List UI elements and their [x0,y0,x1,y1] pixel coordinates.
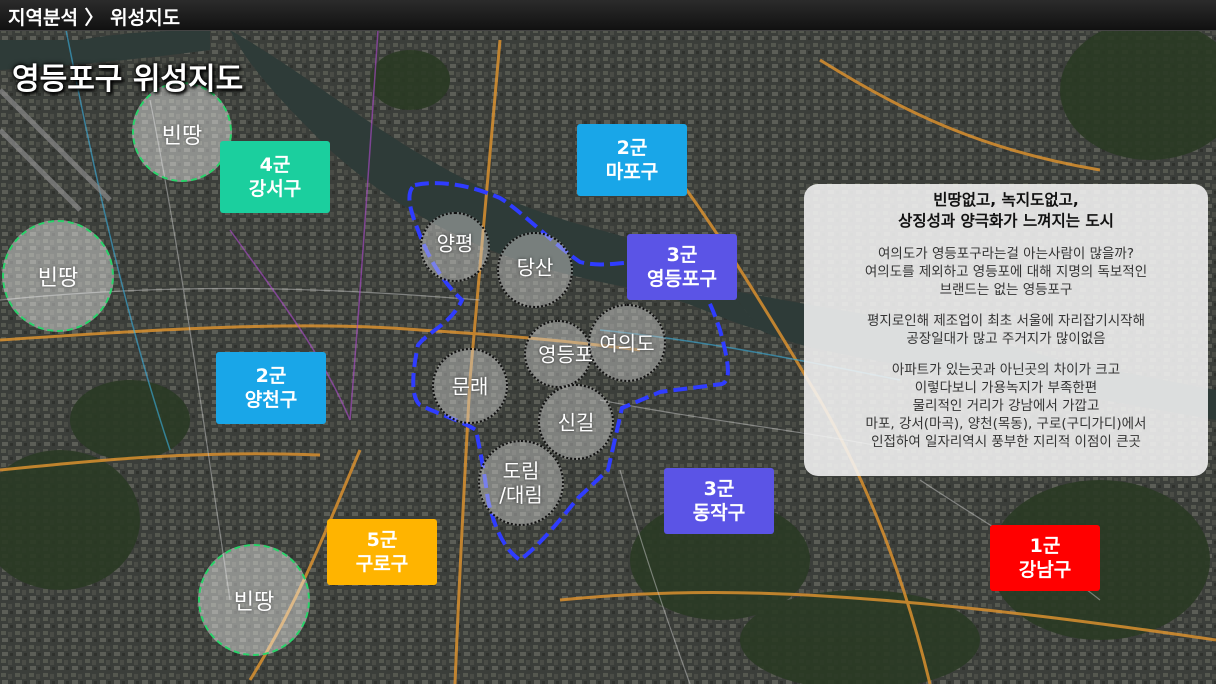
district-tier: 4군 [259,154,291,176]
district-name: 양천구 [244,389,298,411]
info-paragraph: 아파트가 있는곳과 아닌곳의 차이가 크고 이렇다보니 가용녹지가 부족한편 물… [804,361,1208,451]
neighborhood-label: 여의도 [599,331,655,356]
neighborhood-circle-dorim-daerim: 도림 /대림 [478,440,564,526]
blank-area: 빈땅 [2,220,114,332]
neighborhood-label: 도림 /대림 [499,459,543,507]
breadcrumb: 지역분석 〉 위성지도 [8,7,181,29]
neighborhood-circle-dangsan: 당산 [497,232,573,308]
header-bar: 지역분석 〉 위성지도 [0,0,1216,31]
district-tier: 5군 [366,529,398,551]
info-paragraph: 평지로인해 제조업이 최초 서울에 자리잡기시작해 공장일대가 많고 주거지가 … [804,312,1208,348]
info-heading-line: 빈땅없고, 녹지도없고, [933,191,1079,209]
info-box: 빈땅없고, 녹지도없고, 상징성과 양극화가 느껴지는 도시 여의도가 영등포구… [804,184,1208,476]
neighborhood-label: 당산 [516,255,554,280]
info-line: 평지로인해 제조업이 최초 서울에 자리잡기시작해 [867,313,1145,329]
blank-area-label: 빈땅 [161,123,203,149]
info-line: 공장일대가 많고 주거지가 많이없음 [906,331,1106,347]
info-line: 물리적인 거리가 강남에서 가깝고 [912,398,1100,414]
neighborhood-circle-yangpyeong: 양평 [420,212,490,282]
district-tier: 2군 [616,137,648,159]
neighborhood-label: 영등포 [538,342,594,367]
neighborhood-label-line: /대림 [499,483,543,507]
info-line: 이렇다보니 가용녹지가 부족한편 [914,380,1098,396]
info-line: 여의도가 영등포구라는걸 아는사람이 많을까? [877,246,1135,262]
info-line: 인접하여 일자리역시 풍부한 지리적 이점이 큰곳 [871,434,1141,450]
neighborhood-circle-yeouido: 여의도 [588,304,666,382]
district-badge-yeongdeungpo: 3군 영등포구 [627,234,737,300]
neighborhood-label-line: 도림 [502,459,540,483]
info-line: 여의도를 제외하고 영등포에 대해 지명의 독보적인 [864,264,1148,280]
district-name: 마포구 [605,161,659,183]
neighborhood-label: 신길 [557,410,595,435]
district-badge-dongjak: 3군 동작구 [664,468,774,534]
district-tier: 1군 [1029,535,1061,557]
district-badge-guro: 5군 구로구 [327,519,437,585]
neighborhood-label: 양평 [436,231,474,256]
blank-area-label: 빈땅 [233,590,275,615]
info-paragraph: 여의도가 영등포구라는걸 아는사람이 많을까? 여의도를 제외하고 영등포에 대… [804,245,1208,299]
district-badge-gangnam: 1군 강남구 [990,525,1100,591]
info-line: 마포, 강서(마곡), 양천(목동), 구로(구디가디)에서 [865,416,1147,432]
district-tier: 3군 [666,244,698,266]
info-line: 브랜드는 없는 영등포구 [939,282,1073,298]
district-badge-yangcheon: 2군 양천구 [216,352,326,424]
district-name: 강남구 [1018,559,1072,581]
district-tier: 3군 [703,478,735,500]
blank-area: 빈땅 [198,544,310,656]
page-title: 영등포구 위성지도 [12,62,244,97]
neighborhood-circle-mullae: 문래 [432,348,508,424]
district-name: 강서구 [248,178,302,200]
district-name: 영등포구 [647,268,717,290]
district-tier: 2군 [255,365,287,387]
district-name: 구로구 [355,553,409,575]
info-heading-line: 상징성과 양극화가 느껴지는 도시 [898,212,1114,230]
neighborhood-label: 문래 [451,374,489,399]
blank-area-label: 빈땅 [37,266,79,291]
neighborhood-circle-singil: 신길 [538,384,614,460]
district-badge-gangseo: 4군 강서구 [220,141,330,213]
district-name: 동작구 [692,502,746,524]
neighborhood-circle-yeongdeungpo: 영등포 [524,320,594,388]
district-badge-mapo: 2군 마포구 [577,124,687,196]
info-heading: 빈땅없고, 녹지도없고, 상징성과 양극화가 느껴지는 도시 [804,190,1208,232]
info-line: 아파트가 있는곳과 아닌곳의 차이가 크고 [891,362,1121,378]
